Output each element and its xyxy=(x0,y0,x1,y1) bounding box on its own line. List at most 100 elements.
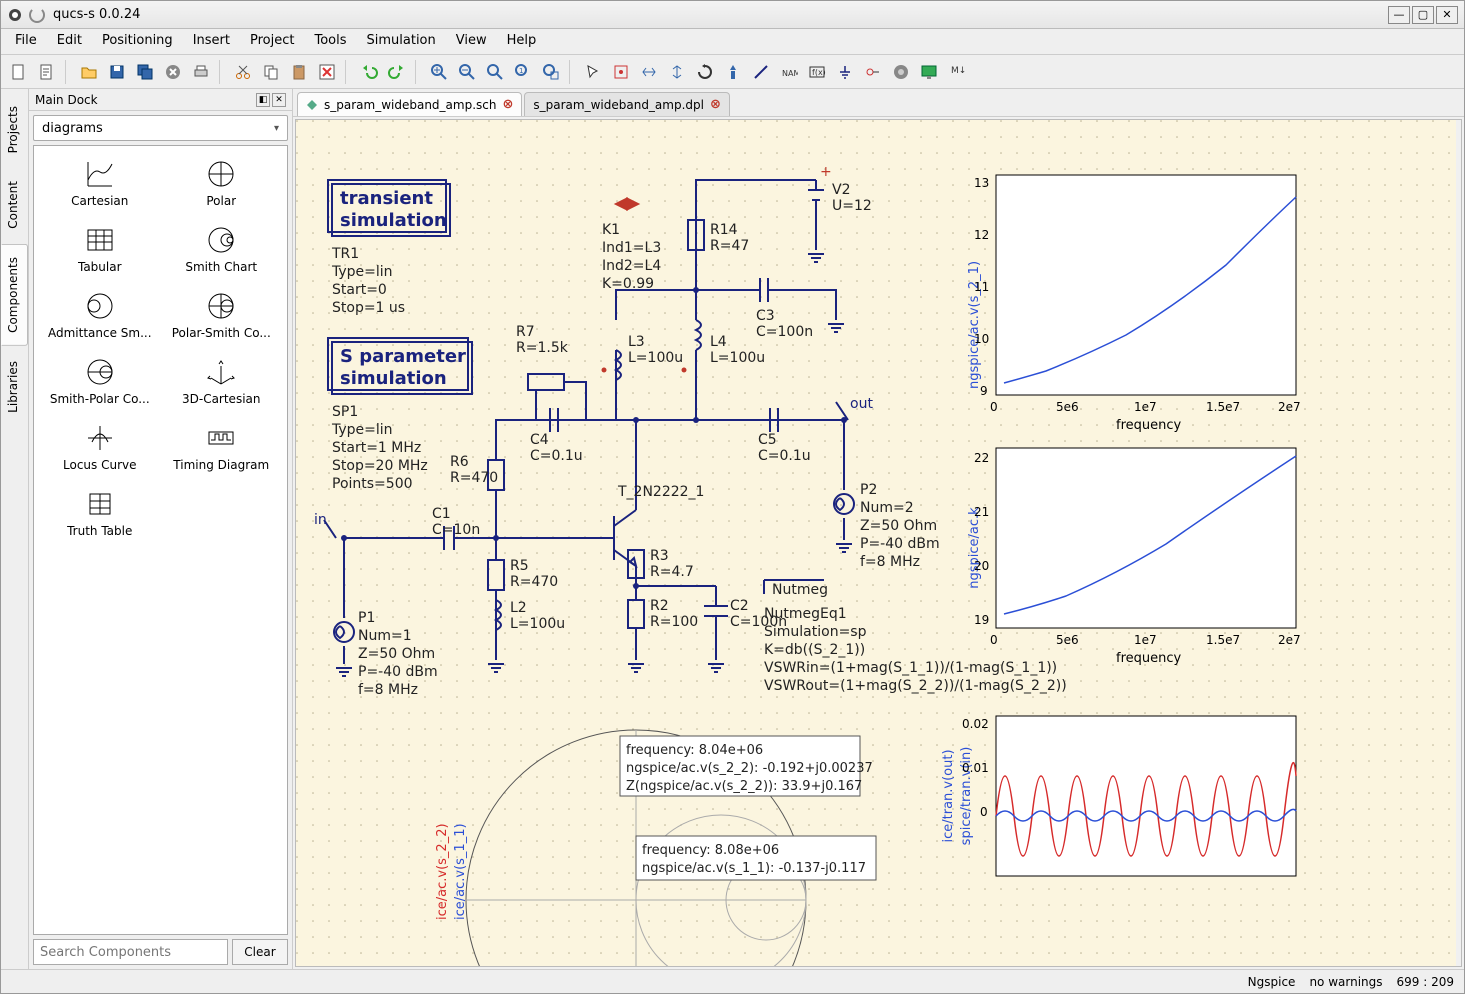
svg-text:0.02: 0.02 xyxy=(962,717,989,731)
close-file-icon[interactable] xyxy=(161,60,185,84)
svg-text:simulation: simulation xyxy=(340,368,447,389)
titlebar: qucs-s 0.0.24 — ▢ ✕ xyxy=(1,1,1464,29)
svg-text:2e7: 2e7 xyxy=(1278,633,1301,647)
menu-positioning[interactable]: Positioning xyxy=(92,29,183,54)
tune-icon[interactable]: M↓ xyxy=(945,60,969,84)
minimize-button[interactable]: — xyxy=(1388,6,1410,24)
delete-icon[interactable] xyxy=(315,60,339,84)
clear-button[interactable]: Clear xyxy=(232,939,288,965)
save-all-icon[interactable] xyxy=(133,60,157,84)
tab-close-icon[interactable]: ⊗ xyxy=(502,97,513,112)
category-combo[interactable]: diagrams▾ xyxy=(33,115,288,141)
svg-text:C3: C3 xyxy=(756,308,775,324)
svg-text:K=db((S_2_1)): K=db((S_2_1)) xyxy=(764,642,865,658)
menu-view[interactable]: View xyxy=(446,29,497,54)
menu-tools[interactable]: Tools xyxy=(304,29,356,54)
svg-text:0: 0 xyxy=(990,400,998,414)
svg-text:P=-40 dBm: P=-40 dBm xyxy=(860,536,940,552)
comp-cartesian[interactable]: Cartesian xyxy=(40,152,160,214)
save-icon[interactable] xyxy=(105,60,129,84)
schematic-canvas[interactable]: transient simulation TR1 Type=lin Start=… xyxy=(296,120,1461,966)
zoom-in-icon[interactable] xyxy=(427,60,451,84)
tab-schematic[interactable]: s_param_wideband_amp.sch ⊗ xyxy=(297,92,522,116)
search-input[interactable] xyxy=(33,939,228,965)
redo-icon[interactable] xyxy=(385,60,409,84)
marker-icon[interactable] xyxy=(609,60,633,84)
copy-icon[interactable] xyxy=(259,60,283,84)
close-button[interactable]: ✕ xyxy=(1436,6,1458,24)
mirror-h-icon[interactable] xyxy=(637,60,661,84)
dock-float-icon[interactable]: ◧ xyxy=(256,93,270,107)
port-icon[interactable] xyxy=(861,60,885,84)
cut-icon[interactable] xyxy=(231,60,255,84)
mirror-v-icon[interactable] xyxy=(665,60,689,84)
vtab-libraries[interactable]: Libraries xyxy=(1,348,28,426)
vtab-content[interactable]: Content xyxy=(1,168,28,242)
ground-icon[interactable] xyxy=(833,60,857,84)
comp-polar[interactable]: Polar xyxy=(162,152,282,214)
vtab-projects[interactable]: Projects xyxy=(1,93,28,166)
zoom-out-icon[interactable] xyxy=(455,60,479,84)
svg-text:frequency: frequency xyxy=(1116,418,1182,433)
svg-text:R=470: R=470 xyxy=(510,574,558,590)
comp-3d-cartesian[interactable]: 3D-Cartesian xyxy=(162,350,282,412)
menu-project[interactable]: Project xyxy=(240,29,304,54)
simulate-icon[interactable] xyxy=(889,60,913,84)
svg-text:Points=500: Points=500 xyxy=(332,476,413,492)
tab-display[interactable]: s_param_wideband_amp.dpl ⊗ xyxy=(524,92,730,116)
display-icon[interactable] xyxy=(917,60,941,84)
comp-polar-smith[interactable]: Polar-Smith Co... xyxy=(162,284,282,346)
marker-1[interactable]: frequency: 8.04e+06 ngspice/ac.v(s_2_2):… xyxy=(620,736,873,796)
insert-wire-icon[interactable] xyxy=(749,60,773,84)
svg-text:0: 0 xyxy=(980,805,988,819)
zoom-fit-icon[interactable] xyxy=(483,60,507,84)
svg-text:Simulation=sp: Simulation=sp xyxy=(764,624,867,640)
svg-text:T_2N2222_1: T_2N2222_1 xyxy=(617,484,704,500)
svg-text:L=100u: L=100u xyxy=(628,350,683,366)
comp-timing-diagram[interactable]: Timing Diagram xyxy=(162,416,282,478)
svg-text:frequency: 8.08e+06: frequency: 8.08e+06 xyxy=(642,843,779,858)
deactivate-icon[interactable] xyxy=(721,60,745,84)
svg-text:L4: L4 xyxy=(710,334,727,350)
zoom-100-icon[interactable]: 1 xyxy=(511,60,535,84)
menu-help[interactable]: Help xyxy=(497,29,547,54)
equation-icon[interactable]: f(x) xyxy=(805,60,829,84)
svg-text:12: 12 xyxy=(974,228,989,242)
svg-text:NAME: NAME xyxy=(782,69,798,78)
dock-close-icon[interactable]: ✕ xyxy=(272,93,286,107)
new-file-icon[interactable] xyxy=(7,60,31,84)
print-icon[interactable] xyxy=(189,60,213,84)
select-icon[interactable] xyxy=(581,60,605,84)
svg-text:C4: C4 xyxy=(530,432,549,448)
comp-truth-table[interactable]: Truth Table xyxy=(40,482,160,544)
marker-2[interactable]: frequency: 8.08e+06 ngspice/ac.v(s_1_1):… xyxy=(636,836,876,880)
comp-smith-polar[interactable]: Smith-Polar Co... xyxy=(40,350,160,412)
comp-locus-curve[interactable]: Locus Curve xyxy=(40,416,160,478)
menu-edit[interactable]: Edit xyxy=(47,29,92,54)
maximize-button[interactable]: ▢ xyxy=(1412,6,1434,24)
vtab-components[interactable]: Components xyxy=(1,244,28,346)
svg-text:Start=1 MHz: Start=1 MHz xyxy=(332,440,421,456)
menu-simulation[interactable]: Simulation xyxy=(357,29,446,54)
svg-text:R=1.5k: R=1.5k xyxy=(516,340,569,356)
svg-text:C=0.1u: C=0.1u xyxy=(530,448,583,464)
component-grid: Cartesian Polar Tabular Smith Chart Admi… xyxy=(33,145,288,935)
comp-tabular[interactable]: Tabular xyxy=(40,218,160,280)
comp-admittance-smith[interactable]: Admittance Sm... xyxy=(40,284,160,346)
svg-text:C2: C2 xyxy=(730,598,749,614)
plot-s21[interactable]: ngspice/ac.v(s_2_1) 13 12 11 10 9 0 5e6 … xyxy=(967,175,1301,433)
zoom-area-icon[interactable] xyxy=(539,60,563,84)
svg-text:1: 1 xyxy=(519,67,523,75)
svg-text:f=8 MHz: f=8 MHz xyxy=(860,554,920,570)
menu-insert[interactable]: Insert xyxy=(183,29,240,54)
rotate-icon[interactable] xyxy=(693,60,717,84)
open-icon[interactable] xyxy=(77,60,101,84)
comp-smith[interactable]: Smith Chart xyxy=(162,218,282,280)
svg-text:ice/ac.v(s_1_1): ice/ac.v(s_1_1) xyxy=(453,823,468,920)
paste-icon[interactable] xyxy=(287,60,311,84)
menu-file[interactable]: File xyxy=(5,29,47,54)
wire-label-icon[interactable]: NAME xyxy=(777,60,801,84)
undo-icon[interactable] xyxy=(357,60,381,84)
new-text-icon[interactable] xyxy=(35,60,59,84)
tab-close-icon[interactable]: ⊗ xyxy=(710,97,721,112)
